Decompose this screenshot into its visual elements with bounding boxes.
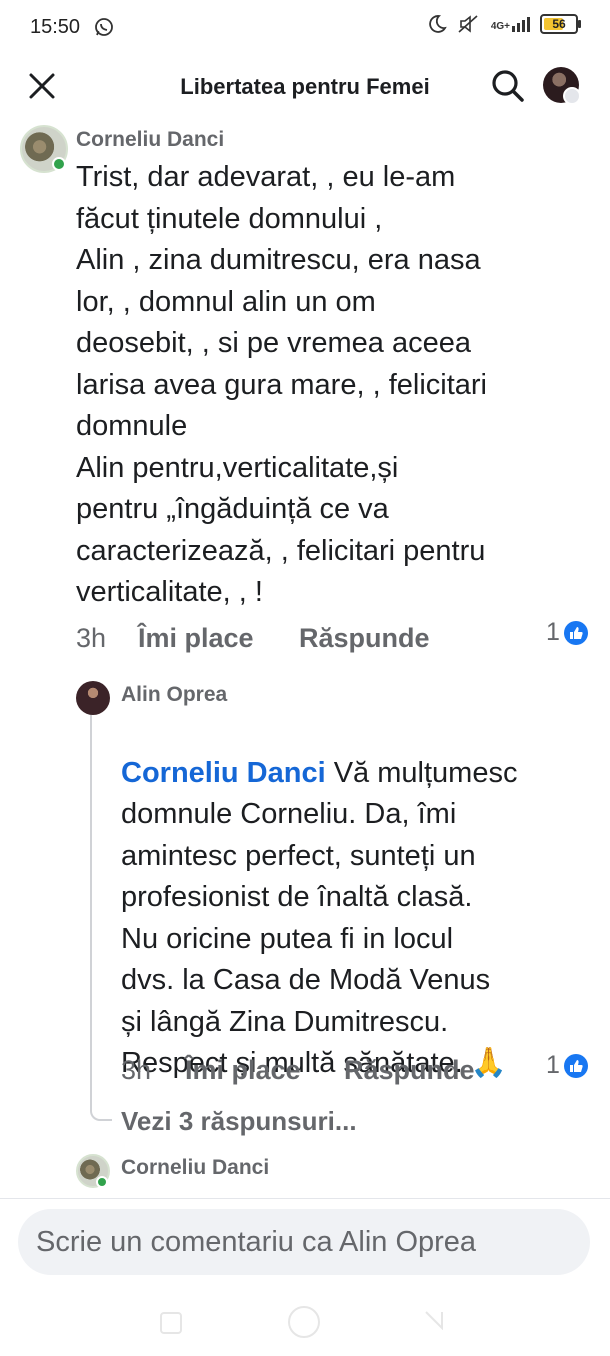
battery-icon: 56 [540,14,581,34]
reply-time: 3h [121,1055,152,1085]
comment-input[interactable]: Scrie un comentariu ca Alin Oprea [18,1209,590,1275]
thread-connector [90,1105,112,1121]
battery-level: 56 [552,17,566,31]
reply-button[interactable]: Răspunde [344,1055,475,1086]
reply-actions: 3h Îmi place Răspunde [121,1055,475,1086]
network-type: 4G+ [490,20,510,32]
avatar[interactable] [76,681,110,715]
search-icon [492,70,524,102]
reaction-number: 1 [546,618,560,646]
reply-button[interactable]: Răspunde [299,623,430,654]
system-nav-bar [0,1290,610,1356]
back-icon[interactable] [424,1310,444,1330]
recents-icon[interactable] [160,1312,182,1334]
like-reaction-icon [563,620,588,645]
dnd-moon-icon [429,15,447,33]
comment-time: 3h [76,623,107,653]
reply-author[interactable]: Alin Oprea [121,683,227,707]
profile-avatar[interactable] [543,67,581,105]
reply-text-rest: domnule Corneliu. Da, îmi amintesc perfe… [121,798,507,1079]
reply-text-first: Vă mulțumesc [325,756,518,789]
search-button[interactable] [488,66,528,106]
comment-composer: Scrie un comentariu ca Alin Oprea [0,1198,610,1289]
online-indicator [52,157,66,171]
comment-author[interactable]: Corneliu Danci [121,1156,269,1180]
comment-text: Trist, dar adevarat, , eu le-am făcut ți… [76,161,487,608]
signal-icon: 4G+ [490,16,530,32]
reaction-count[interactable]: 1 [546,618,588,647]
like-button[interactable]: Îmi place [138,623,299,654]
online-indicator [96,1176,108,1188]
comment-author[interactable]: Corneliu Danci [76,128,224,152]
home-icon[interactable] [288,1306,320,1338]
like-reaction-icon [563,1053,588,1078]
see-replies-link[interactable]: Vezi 3 răspunsuri... [121,1106,357,1137]
comment-actions: 3h Îmi place Răspunde [76,623,430,654]
like-button[interactable]: Îmi place [185,1055,344,1086]
mention-link[interactable]: Corneliu Danci [121,757,326,789]
mute-icon [458,15,478,33]
status-bar: 15:50 4G+ 56 [0,0,610,56]
status-time: 15:50 [30,16,81,38]
reaction-number: 1 [546,1051,560,1079]
whatsapp-icon [95,18,113,36]
top-app-bar: Libertatea pentru Femei [0,56,610,118]
reaction-count[interactable]: 1 [546,1051,588,1080]
thread-line [90,710,92,1110]
